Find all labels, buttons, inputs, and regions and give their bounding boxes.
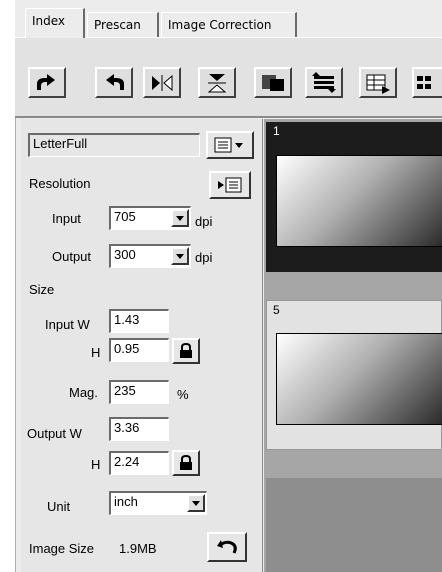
chevron-down-icon[interactable] [171, 247, 189, 265]
image-size-value: 1.9MB [119, 541, 157, 556]
input-resolution-label: Input [52, 211, 81, 226]
list-menu-icon [218, 177, 242, 193]
thumbnail-area-empty [266, 478, 442, 572]
input-height-field[interactable]: 0.95 [109, 338, 169, 362]
lock-icon [180, 343, 192, 358]
chevron-down-icon[interactable] [171, 209, 189, 227]
output-resolution-select[interactable]: 300 [109, 244, 191, 268]
frame-icon [262, 74, 284, 91]
resolution-label: Resolution [29, 176, 91, 191]
toolbar-divider [15, 116, 442, 118]
output-resolution-unit: dpi [195, 250, 213, 265]
input-resolution-unit: dpi [195, 214, 213, 229]
unit-label: Unit [47, 499, 71, 514]
lock-icon [180, 455, 192, 470]
undo-icon [217, 540, 237, 554]
rotate-left-icon [37, 73, 55, 90]
reset-button[interactable] [207, 532, 247, 562]
input-width-label: Input W [45, 317, 90, 332]
flip-horizontal-icon [152, 74, 173, 91]
input-resolution-value: 705 [114, 209, 136, 224]
image-size-label: Image Size [29, 541, 95, 556]
output-resolution-label: Output [52, 249, 92, 264]
output-height-field[interactable]: 2.24 [109, 451, 169, 475]
unit-value: inch [114, 494, 138, 509]
input-height-label: H [91, 345, 101, 360]
swap-icon [312, 71, 336, 93]
list-menu-icon [214, 137, 243, 153]
input-resolution-select[interactable]: 705 [109, 206, 191, 230]
flip-vertical-icon [207, 73, 227, 92]
flip-vertical-button[interactable] [198, 67, 236, 98]
magnification-unit: % [177, 387, 189, 402]
thumbnail-image-1 [276, 155, 442, 247]
rotate-left-button[interactable] [28, 67, 66, 98]
lock-button[interactable] [172, 450, 200, 476]
thumbnail-number-5: 5 [273, 303, 280, 317]
rotate-right-icon [106, 73, 124, 90]
preset-menu-button[interactable] [206, 131, 254, 159]
thumbnail-number-1: 1 [273, 124, 280, 138]
input-width-field[interactable]: 1.43 [109, 309, 169, 333]
magnification-label: Mag. [69, 385, 98, 400]
size-label: Size [29, 282, 55, 297]
grid-icon [417, 75, 431, 89]
output-resolution-value: 300 [114, 247, 136, 262]
rotate-right-button[interactable] [95, 67, 133, 98]
frame-button[interactable] [254, 67, 292, 98]
swap-button[interactable] [305, 67, 343, 98]
grid-button[interactable] [412, 67, 442, 98]
unit-select[interactable]: inch [109, 491, 207, 515]
preset-field[interactable]: LetterFull [28, 133, 200, 157]
tab-index[interactable]: Index [25, 8, 85, 38]
table-icon [366, 74, 390, 94]
magnification-field[interactable]: 235 [109, 380, 169, 404]
output-height-label: H [91, 457, 101, 472]
table-button[interactable] [359, 67, 397, 98]
chevron-down-icon[interactable] [187, 494, 205, 512]
resolution-menu-button[interactable] [209, 171, 251, 199]
output-width-label: Output W [27, 426, 82, 441]
output-width-field[interactable]: 3.36 [109, 417, 169, 441]
flip-horizontal-button[interactable] [143, 67, 181, 98]
tab-image-correction[interactable]: Image Correction [161, 12, 297, 37]
thumbnail-image-5 [276, 333, 442, 425]
lock-button[interactable] [172, 338, 200, 364]
tab-prescan[interactable]: Prescan [87, 12, 159, 37]
